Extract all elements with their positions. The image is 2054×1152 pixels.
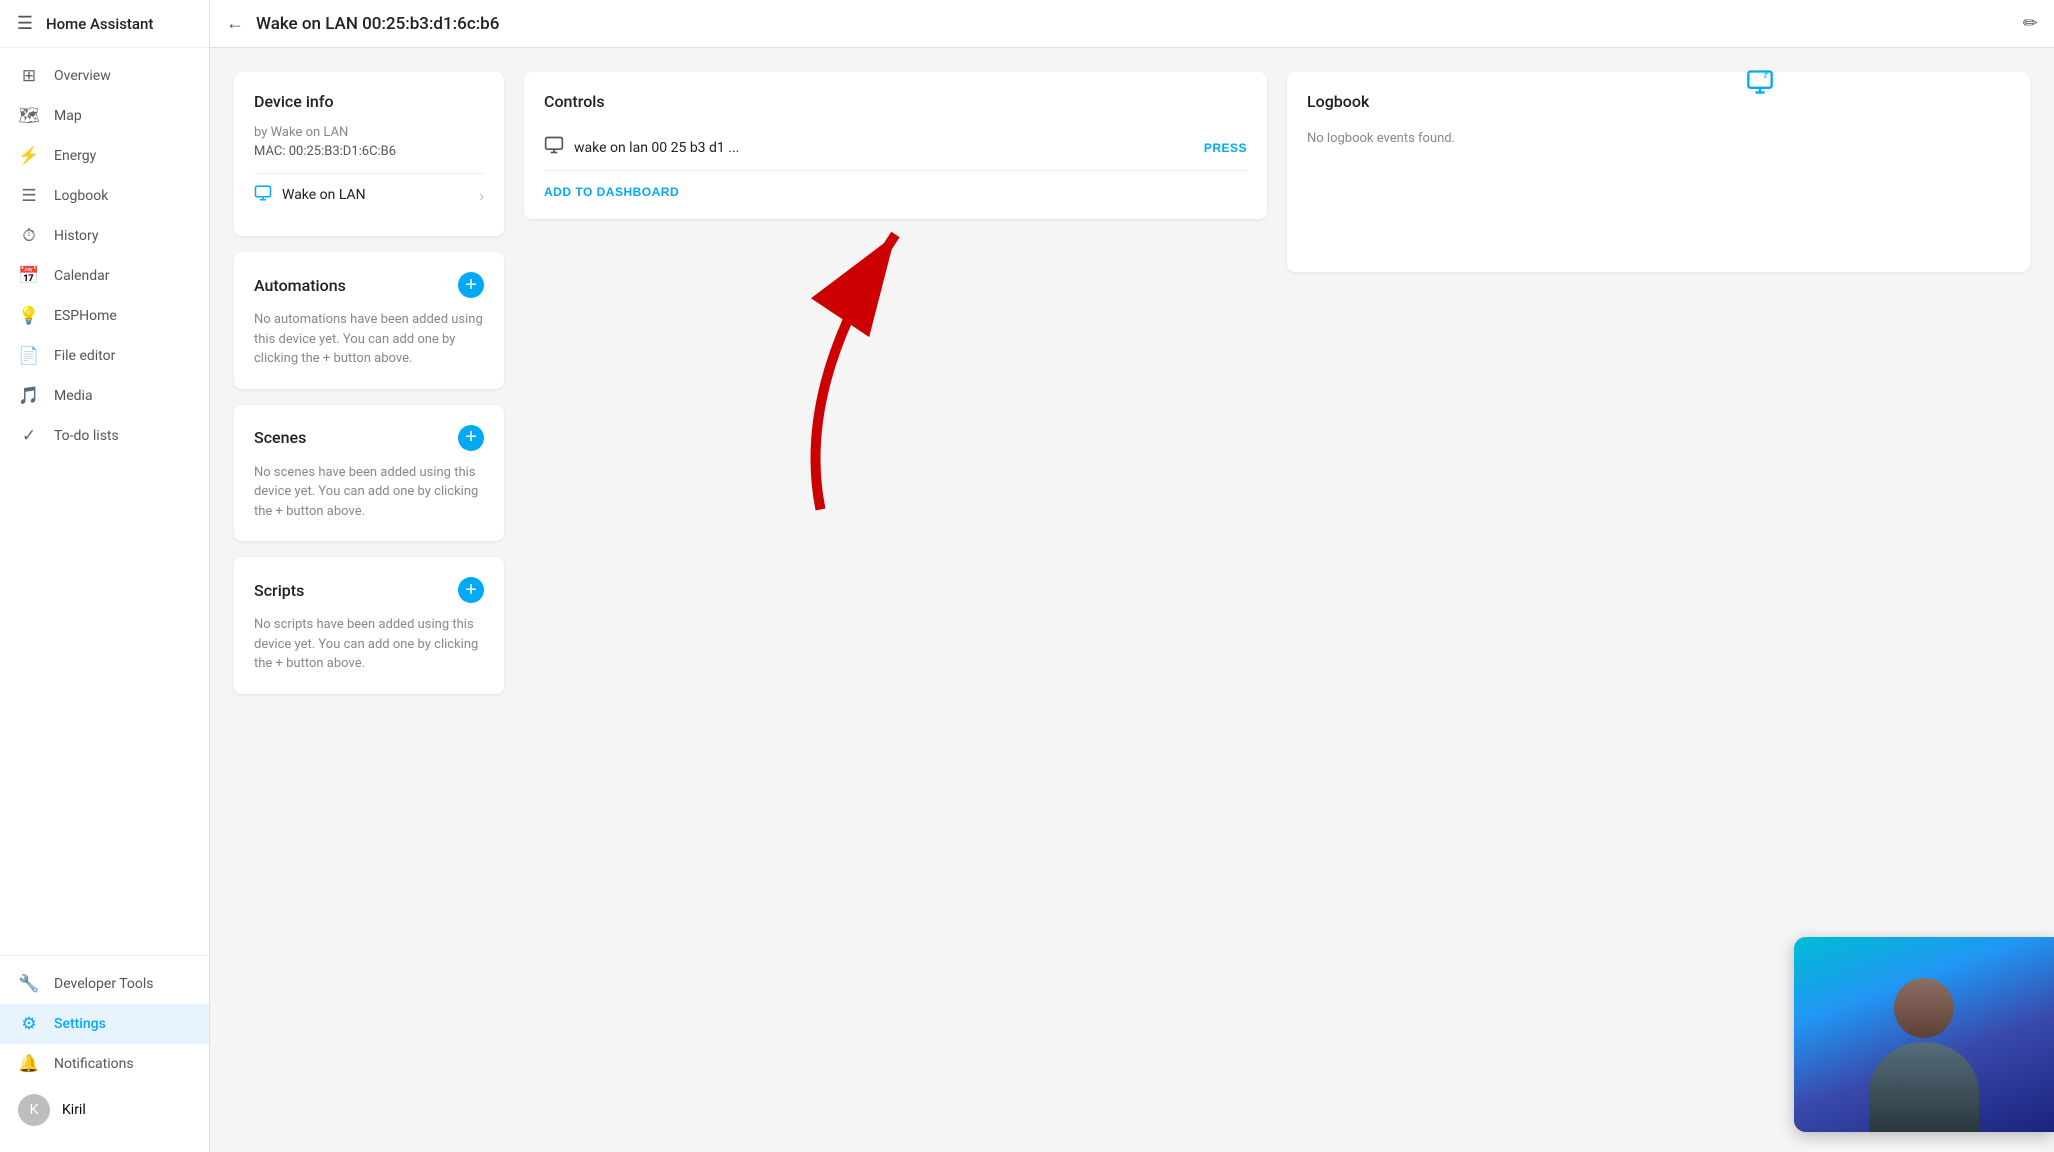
sidebar-label-file-editor: File editor bbox=[54, 348, 115, 364]
sidebar-item-overview[interactable]: ⊞ Overview bbox=[0, 56, 209, 96]
sidebar-item-esphome[interactable]: 💡 ESPHome bbox=[0, 296, 209, 336]
sidebar-label-logbook: Logbook bbox=[54, 188, 108, 204]
content-area: z z Device info by Wake on LAN MAC: 00:2… bbox=[210, 48, 2054, 1152]
device-info-title: Device info bbox=[254, 92, 484, 111]
sidebar-user-label: Kiril bbox=[62, 1102, 86, 1118]
sidebar-label-map: Map bbox=[54, 108, 82, 124]
device-info-link-left: Wake on LAN bbox=[254, 184, 366, 206]
scripts-empty: No scripts have been added using this de… bbox=[254, 615, 484, 674]
add-scene-button[interactable]: + bbox=[458, 425, 484, 451]
device-info-link[interactable]: Wake on LAN › bbox=[254, 173, 484, 216]
avatar: K bbox=[18, 1094, 50, 1126]
sidebar-label-notifications: Notifications bbox=[54, 1056, 134, 1072]
chip-icon: 💡 bbox=[18, 306, 40, 326]
scripts-card: Scripts + No scripts have been added usi… bbox=[234, 557, 504, 694]
sidebar-bottom: 🔧 Developer Tools ⚙ Settings 🔔 Notificat… bbox=[0, 955, 209, 1152]
add-to-dashboard-button[interactable]: ADD TO DASHBOARD bbox=[544, 185, 679, 199]
svg-text:z: z bbox=[1766, 70, 1769, 76]
sidebar-user[interactable]: K Kiril bbox=[0, 1084, 209, 1136]
control-item-icon bbox=[544, 135, 564, 160]
sidebar-item-todo[interactable]: ✓ To-do lists bbox=[0, 416, 209, 456]
check-icon: ✓ bbox=[18, 426, 40, 446]
automations-empty: No automations have been added using thi… bbox=[254, 310, 484, 369]
sidebar-label-developer-tools: Developer Tools bbox=[54, 976, 154, 992]
sidebar-item-map[interactable]: 🗺 Map bbox=[0, 96, 209, 136]
video-thumbnail bbox=[1794, 937, 2054, 1132]
scripts-title: Scripts bbox=[254, 581, 304, 600]
video-person bbox=[1794, 937, 2054, 1132]
logbook-title: Logbook bbox=[1307, 92, 2010, 111]
back-button[interactable]: ← bbox=[226, 13, 244, 34]
automations-header: Automations + bbox=[254, 272, 484, 298]
history-icon: ⏱ bbox=[18, 226, 40, 246]
controls-title: Controls bbox=[544, 92, 1247, 111]
control-item-label: wake on lan 00 25 b3 d1 ... bbox=[574, 140, 1194, 156]
calendar-icon: 📅 bbox=[18, 266, 40, 286]
scripts-header: Scripts + bbox=[254, 577, 484, 603]
sidebar-item-logbook[interactable]: ☰ Logbook bbox=[0, 176, 209, 216]
sidebar-nav: ⊞ Overview 🗺 Map ⚡ Energy ☰ Logbook ⏱ Hi… bbox=[0, 48, 209, 955]
bolt-icon: ⚡ bbox=[18, 146, 40, 166]
sidebar-label-esphome: ESPHome bbox=[54, 308, 117, 324]
file-icon: 📄 bbox=[18, 346, 40, 366]
sidebar-label-overview: Overview bbox=[54, 68, 111, 84]
sidebar-label-energy: Energy bbox=[54, 148, 96, 164]
scenes-title: Scenes bbox=[254, 428, 306, 447]
controls-card: Controls wake on lan 00 25 b3 d1 ... PRE… bbox=[524, 72, 1267, 219]
app-title: Home Assistant bbox=[46, 15, 153, 33]
grid-icon: ⊞ bbox=[18, 66, 40, 86]
bell-icon: 🔔 bbox=[18, 1054, 40, 1074]
map-icon: 🗺 bbox=[18, 106, 40, 126]
sidebar-label-settings: Settings bbox=[54, 1016, 106, 1032]
sidebar-item-developer-tools[interactable]: 🔧 Developer Tools bbox=[0, 964, 209, 1004]
sidebar-label-history: History bbox=[54, 228, 99, 244]
music-icon: 🎵 bbox=[18, 386, 40, 406]
edit-button[interactable]: ✏ bbox=[2023, 13, 2038, 34]
add-script-button[interactable]: + bbox=[458, 577, 484, 603]
sidebar-item-history[interactable]: ⏱ History bbox=[0, 216, 209, 256]
add-automation-button[interactable]: + bbox=[458, 272, 484, 298]
sidebar-label-todo: To-do lists bbox=[54, 428, 119, 444]
chevron-right-icon: › bbox=[479, 186, 484, 205]
menu-icon[interactable]: ☰ bbox=[14, 13, 36, 35]
sidebar-label-media: Media bbox=[54, 388, 93, 404]
sidebar-label-calendar: Calendar bbox=[54, 268, 110, 284]
cards-grid: Device info by Wake on LAN MAC: 00:25:B3… bbox=[234, 72, 2030, 694]
sidebar-header: ☰ Home Assistant bbox=[0, 0, 209, 48]
wol-sleep-icon: z z bbox=[1746, 68, 1774, 102]
automations-title: Automations bbox=[254, 276, 346, 295]
controls-col: Controls wake on lan 00 25 b3 d1 ... PRE… bbox=[524, 72, 1267, 219]
scenes-header: Scenes + bbox=[254, 425, 484, 451]
list-icon: ☰ bbox=[18, 186, 40, 206]
device-info-link-label: Wake on LAN bbox=[282, 187, 366, 203]
main-area: ← Wake on LAN 00:25:b3:d1:6c:b6 ✏ z z De… bbox=[210, 0, 2054, 1152]
automations-card: Automations + No automations have been a… bbox=[234, 252, 504, 389]
sidebar-item-media[interactable]: 🎵 Media bbox=[0, 376, 209, 416]
sidebar-item-file-editor[interactable]: 📄 File editor bbox=[0, 336, 209, 376]
topbar: ← Wake on LAN 00:25:b3:d1:6c:b6 ✏ bbox=[210, 0, 2054, 48]
device-info-card: Device info by Wake on LAN MAC: 00:25:B3… bbox=[234, 72, 504, 236]
control-row: wake on lan 00 25 b3 d1 ... PRESS bbox=[544, 125, 1247, 171]
gear-icon: ⚙ bbox=[18, 1014, 40, 1034]
scenes-card: Scenes + No scenes have been added using… bbox=[234, 405, 504, 542]
logbook-col: Logbook No logbook events found. bbox=[1287, 72, 2030, 272]
page-title: Wake on LAN 00:25:b3:d1:6c:b6 bbox=[256, 14, 2011, 34]
left-column: Device info by Wake on LAN MAC: 00:25:B3… bbox=[234, 72, 504, 694]
wol-link-icon bbox=[254, 184, 272, 206]
sidebar-item-notifications[interactable]: 🔔 Notifications bbox=[0, 1044, 209, 1084]
logbook-card: Logbook No logbook events found. bbox=[1287, 72, 2030, 272]
sidebar-item-energy[interactable]: ⚡ Energy bbox=[0, 136, 209, 176]
press-button[interactable]: PRESS bbox=[1204, 141, 1247, 155]
sidebar: ☰ Home Assistant ⊞ Overview 🗺 Map ⚡ Ener… bbox=[0, 0, 210, 1152]
logbook-empty: No logbook events found. bbox=[1307, 131, 2010, 146]
sidebar-item-calendar[interactable]: 📅 Calendar bbox=[0, 256, 209, 296]
device-info-mac: MAC: 00:25:B3:D1:6C:B6 bbox=[254, 144, 484, 159]
device-info-by: by Wake on LAN bbox=[254, 125, 484, 140]
wrench-icon: 🔧 bbox=[18, 974, 40, 994]
sidebar-item-settings[interactable]: ⚙ Settings bbox=[0, 1004, 209, 1044]
scenes-empty: No scenes have been added using this dev… bbox=[254, 463, 484, 522]
